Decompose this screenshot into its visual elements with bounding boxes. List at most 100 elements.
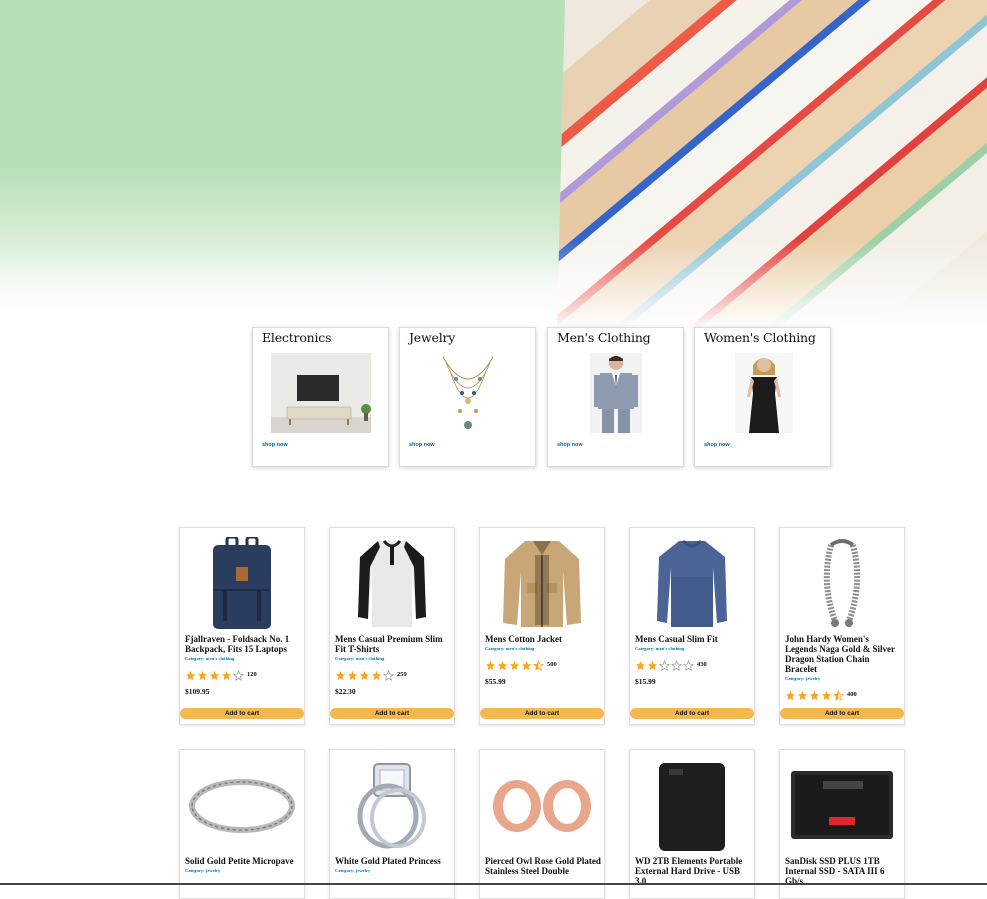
product-card[interactable]: WD 2TB Elements Portable External Hard D… — [629, 749, 755, 899]
product-info: White Gold Plated Princess Category: jew… — [335, 856, 451, 874]
add-to-cart-button[interactable]: Add to cart — [630, 708, 754, 719]
product-title[interactable]: SanDisk SSD PLUS 1TB Internal SSD - SATA… — [785, 856, 901, 886]
product-card[interactable]: Mens Casual Slim Fit Category: men's clo… — [629, 527, 755, 725]
product-card[interactable]: John Hardy Women's Legends Naga Gold & S… — [779, 527, 905, 725]
plugs-image — [480, 758, 604, 852]
star-full-icon — [335, 670, 346, 681]
star-full-icon — [797, 690, 808, 701]
jacket-image — [480, 536, 604, 630]
product-price: $22.30 — [335, 687, 356, 696]
product-card[interactable]: Mens Cotton Jacket Category: men's cloth… — [479, 527, 605, 725]
rating-count: 120 — [247, 671, 257, 678]
add-to-cart-button[interactable]: Add to cart — [480, 708, 604, 719]
ssd-image — [780, 758, 904, 852]
tshirt-image — [330, 536, 454, 630]
shop-now-link[interactable]: shop now — [557, 442, 583, 448]
product-category: Category: jewelry — [185, 868, 221, 873]
hero-banner — [0, 0, 987, 330]
category-title: Electronics — [262, 330, 332, 345]
product-card[interactable]: White Gold Plated Princess Category: jew… — [329, 749, 455, 899]
product-category: Category: men's clothing — [335, 656, 385, 661]
product-title[interactable]: Mens Cotton Jacket — [485, 634, 601, 644]
dress-icon — [735, 353, 793, 437]
star-full-icon — [209, 670, 220, 681]
star-full-icon — [221, 670, 232, 681]
star-empty-icon — [233, 669, 244, 681]
backpack-image — [180, 536, 304, 630]
star-half-icon — [533, 659, 544, 671]
add-to-cart-button[interactable]: Add to cart — [180, 708, 304, 719]
bracelet-image — [780, 536, 904, 630]
hard-drive-image — [630, 758, 754, 852]
category-card-electronics[interactable]: Electronics shop now — [252, 327, 389, 467]
rating-stars: 400 — [785, 689, 901, 701]
star-full-icon — [347, 670, 358, 681]
category-card-jewelry[interactable]: Jewelry shop now — [399, 327, 536, 467]
star-full-icon — [197, 670, 208, 681]
product-card[interactable]: Mens Casual Premium Slim Fit T-Shirts Ca… — [329, 527, 455, 725]
category-title: Men's Clothing — [557, 330, 651, 345]
product-info: John Hardy Women's Legends Naga Gold & S… — [785, 634, 901, 701]
product-title[interactable]: John Hardy Women's Legends Naga Gold & S… — [785, 634, 901, 674]
product-card[interactable]: SanDisk SSD PLUS 1TB Internal SSD - SATA… — [779, 749, 905, 899]
add-to-cart-button[interactable]: Add to cart — [780, 708, 904, 719]
star-full-icon — [809, 690, 820, 701]
rating-count: 400 — [847, 691, 857, 698]
star-empty-icon — [383, 669, 394, 681]
product-category: Category: jewelry — [785, 676, 821, 681]
product-card[interactable]: Pierced Owl Rose Gold Plated Stainless S… — [479, 749, 605, 899]
shop-now-link[interactable]: shop now — [704, 442, 730, 448]
product-category: Category: jewelry — [335, 868, 371, 873]
product-card[interactable]: Solid Gold Petite Micropave Category: je… — [179, 749, 305, 899]
product-info: Mens Cotton Jacket Category: men's cloth… — [485, 634, 601, 687]
shop-now-link[interactable]: shop now — [262, 442, 288, 448]
star-full-icon — [647, 660, 658, 671]
product-card[interactable]: Fjallraven - Foldsack No. 1 Backpack, Fi… — [179, 527, 305, 725]
category-title: Jewelry — [409, 330, 456, 345]
product-category: Category: men's clothing — [635, 646, 685, 651]
product-title[interactable]: Mens Casual Slim Fit — [635, 634, 751, 644]
necklace-icon — [438, 353, 498, 437]
star-full-icon — [521, 660, 532, 671]
star-empty-icon — [659, 659, 670, 671]
star-half-icon — [833, 689, 844, 701]
rating-stars: 500 — [485, 659, 601, 671]
shirt-image — [630, 536, 754, 630]
suit-icon — [590, 353, 642, 437]
rating-stars: 259 — [335, 669, 451, 681]
star-full-icon — [785, 690, 796, 701]
category-title: Women's Clothing — [704, 330, 816, 345]
product-price: $15.99 — [635, 677, 656, 686]
product-title[interactable]: Fjallraven - Foldsack No. 1 Backpack, Fi… — [185, 634, 301, 654]
product-info: Mens Casual Premium Slim Fit T-Shirts Ca… — [335, 634, 451, 697]
product-title[interactable]: White Gold Plated Princess — [335, 856, 451, 866]
shop-now-link[interactable]: shop now — [409, 442, 435, 448]
product-title[interactable]: Pierced Owl Rose Gold Plated Stainless S… — [485, 856, 601, 876]
product-info: Solid Gold Petite Micropave Category: je… — [185, 856, 301, 874]
product-title[interactable]: WD 2TB Elements Portable External Hard D… — [635, 856, 751, 886]
product-title[interactable]: Mens Casual Premium Slim Fit T-Shirts — [335, 634, 451, 654]
product-category: Category: men's clothing — [485, 646, 535, 651]
star-full-icon — [185, 670, 196, 681]
product-info: Mens Casual Slim Fit Category: men's clo… — [635, 634, 751, 687]
ring-image — [180, 758, 304, 852]
product-price: $55.99 — [485, 677, 506, 686]
star-empty-icon — [683, 659, 694, 671]
category-card-mens-clothing[interactable]: Men's Clothing shop now — [547, 327, 684, 467]
product-category: Category: men's clothing — [185, 656, 235, 661]
rating-count: 430 — [697, 661, 707, 668]
category-card-womens-clothing[interactable]: Women's Clothing shop now — [694, 327, 831, 467]
rating-count: 259 — [397, 671, 407, 678]
star-full-icon — [497, 660, 508, 671]
star-full-icon — [509, 660, 520, 671]
product-info: Pierced Owl Rose Gold Plated Stainless S… — [485, 856, 601, 876]
add-to-cart-button[interactable]: Add to cart — [330, 708, 454, 719]
product-info: Fjallraven - Foldsack No. 1 Backpack, Fi… — [185, 634, 301, 697]
star-full-icon — [821, 690, 832, 701]
star-full-icon — [359, 670, 370, 681]
product-info: WD 2TB Elements Portable External Hard D… — [635, 856, 751, 886]
hero-fade — [0, 240, 987, 330]
product-price: $109.95 — [185, 687, 210, 696]
tv-icon — [271, 353, 371, 437]
product-title[interactable]: Solid Gold Petite Micropave — [185, 856, 301, 866]
